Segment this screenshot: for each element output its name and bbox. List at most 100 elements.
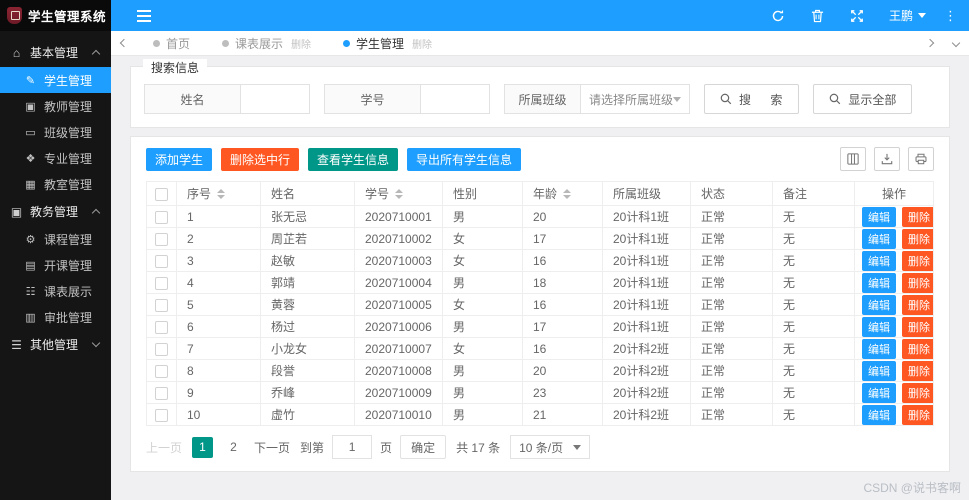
edit-button[interactable]: 编辑	[862, 338, 896, 359]
top-header: 王鹏 ⋮	[111, 0, 969, 31]
next-page-button[interactable]: 下一页	[254, 439, 290, 456]
collapse-menu-icon[interactable]	[137, 9, 151, 22]
edit-button[interactable]: 编辑	[862, 316, 896, 337]
column-header-ops: 操作	[854, 181, 934, 206]
edit-button[interactable]: 编辑	[862, 272, 896, 293]
sidebar-item-label: 班级管理	[44, 125, 93, 140]
name-input[interactable]	[241, 85, 309, 113]
edit-button[interactable]: 编辑	[862, 228, 896, 249]
delete-button[interactable]: 删除	[902, 404, 933, 425]
column-header-remark: 备注	[772, 181, 855, 206]
view-student-button[interactable]: 查看学生信息	[308, 147, 399, 171]
column-header-sid[interactable]: 学号	[354, 181, 443, 206]
export-icon[interactable]	[874, 147, 900, 171]
tabs-menu-icon[interactable]	[943, 31, 969, 56]
student-table: 序号 姓名 学号 性别 年龄 所属班级 状态 备注 操作 1 张无忌 2020710…	[146, 181, 934, 426]
row-checkbox[interactable]	[155, 320, 168, 334]
sort-icon[interactable]	[395, 188, 404, 199]
delete-button[interactable]: 删除	[902, 360, 933, 381]
sidebar-item-approval-mgmt[interactable]: ▥ 审批管理	[0, 304, 111, 330]
delete-button[interactable]: 删除	[902, 338, 933, 359]
edit-button[interactable]: 编辑	[862, 360, 896, 381]
sort-icon[interactable]	[563, 188, 572, 199]
goto-page-input[interactable]	[332, 435, 373, 459]
tabs-scroll-left-icon[interactable]	[111, 31, 137, 56]
filter-columns-icon[interactable]	[840, 147, 866, 171]
row-checkbox[interactable]	[155, 232, 168, 246]
row-checkbox[interactable]	[155, 210, 168, 224]
cell-status: 正常	[690, 381, 773, 404]
trash-icon[interactable]	[798, 0, 837, 31]
sidebar-group-other[interactable]: ☰ 其他管理	[0, 330, 111, 359]
sort-icon[interactable]	[217, 188, 226, 199]
goto-confirm-button[interactable]: 确定	[400, 435, 447, 459]
tab-home[interactable]: 首页	[137, 31, 206, 56]
student-id-field-group: 学号	[324, 84, 490, 114]
refresh-icon[interactable]	[758, 0, 798, 31]
column-header-status: 状态	[690, 181, 773, 206]
delete-button[interactable]: 删除	[902, 206, 933, 227]
delete-button[interactable]: 删除	[902, 228, 933, 249]
select-all-checkbox[interactable]	[155, 187, 168, 201]
print-icon[interactable]	[908, 147, 934, 171]
tab-student-mgmt[interactable]: 学生管理 删除	[327, 31, 448, 56]
delete-button[interactable]: 删除	[902, 272, 933, 293]
edit-button[interactable]: 编辑	[862, 404, 896, 425]
page-2-button[interactable]: 2	[223, 437, 244, 458]
row-checkbox[interactable]	[155, 298, 168, 312]
sidebar-item-student-mgmt[interactable]: ✎ 学生管理	[0, 67, 111, 93]
tab-close-button[interactable]: 删除	[412, 36, 432, 51]
cell-remark: 无	[772, 337, 855, 360]
delete-selected-button[interactable]: 删除选中行	[221, 147, 300, 171]
edit-button[interactable]: 编辑	[862, 294, 896, 315]
row-checkbox[interactable]	[155, 276, 168, 290]
tabs-scroll-right-icon[interactable]	[917, 31, 943, 56]
sidebar-item-timetable[interactable]: ☷ 课表展示	[0, 278, 111, 304]
column-header-age[interactable]: 年龄	[522, 181, 603, 206]
row-checkbox[interactable]	[155, 254, 168, 268]
student-id-input[interactable]	[421, 85, 489, 113]
delete-button[interactable]: 删除	[902, 316, 933, 337]
row-checkbox[interactable]	[155, 364, 168, 378]
sidebar-item-classroom-mgmt[interactable]: ▦ 教室管理	[0, 171, 111, 197]
tab-close-button[interactable]: 删除	[291, 36, 311, 51]
page-size-select[interactable]: 10 条/页	[510, 435, 591, 459]
sidebar-item-course-mgmt[interactable]: ⚙ 课程管理	[0, 226, 111, 252]
delete-button[interactable]: 删除	[902, 294, 933, 315]
show-all-button[interactable]: 显示全部	[813, 84, 913, 114]
edit-button[interactable]: 编辑	[862, 206, 896, 227]
edit-button[interactable]: 编辑	[862, 250, 896, 271]
cell-gender: 男	[442, 381, 523, 404]
row-checkbox[interactable]	[155, 408, 168, 422]
sidebar-item-major-mgmt[interactable]: ❖ 专业管理	[0, 145, 111, 171]
search-panel-title: 搜索信息	[143, 59, 208, 76]
search-button[interactable]: 搜 索	[704, 84, 800, 114]
add-student-button[interactable]: 添加学生	[146, 147, 213, 171]
edit-button[interactable]: 编辑	[862, 382, 896, 403]
fullscreen-icon[interactable]	[837, 0, 877, 31]
sidebar-item-course-offering[interactable]: ▤ 开课管理	[0, 252, 111, 278]
cell-status: 正常	[690, 403, 773, 426]
sidebar-group-academic[interactable]: ▣ 教务管理	[0, 197, 111, 226]
delete-button[interactable]: 删除	[902, 250, 933, 271]
sidebar-group-basic[interactable]: ⌂ 基本管理	[0, 38, 111, 67]
page-1-button[interactable]: 1	[192, 436, 214, 458]
class-select[interactable]: 请选择所属班级	[581, 85, 689, 113]
tab-timetable[interactable]: 课表展示 删除	[206, 31, 327, 56]
sidebar-item-label: 审批管理	[44, 310, 93, 325]
row-checkbox[interactable]	[155, 386, 168, 400]
cell-no: 4	[176, 271, 261, 294]
cell-name: 段誉	[260, 359, 355, 382]
delete-button[interactable]: 删除	[902, 382, 933, 403]
column-header-no[interactable]: 序号	[176, 181, 261, 206]
row-checkbox[interactable]	[155, 342, 168, 356]
cell-name: 郭靖	[260, 271, 355, 294]
sidebar-item-teacher-mgmt[interactable]: ▣ 教师管理	[0, 93, 111, 119]
more-options-icon[interactable]: ⋮	[938, 8, 969, 24]
export-students-button[interactable]: 导出所有学生信息	[407, 147, 522, 171]
pencil-icon: ✎	[25, 74, 36, 87]
cell-class: 20计科2班	[602, 337, 691, 360]
cell-remark: 无	[772, 403, 855, 426]
user-menu[interactable]: 王鹏	[877, 7, 938, 24]
sidebar-item-class-mgmt[interactable]: ▭ 班级管理	[0, 119, 111, 145]
